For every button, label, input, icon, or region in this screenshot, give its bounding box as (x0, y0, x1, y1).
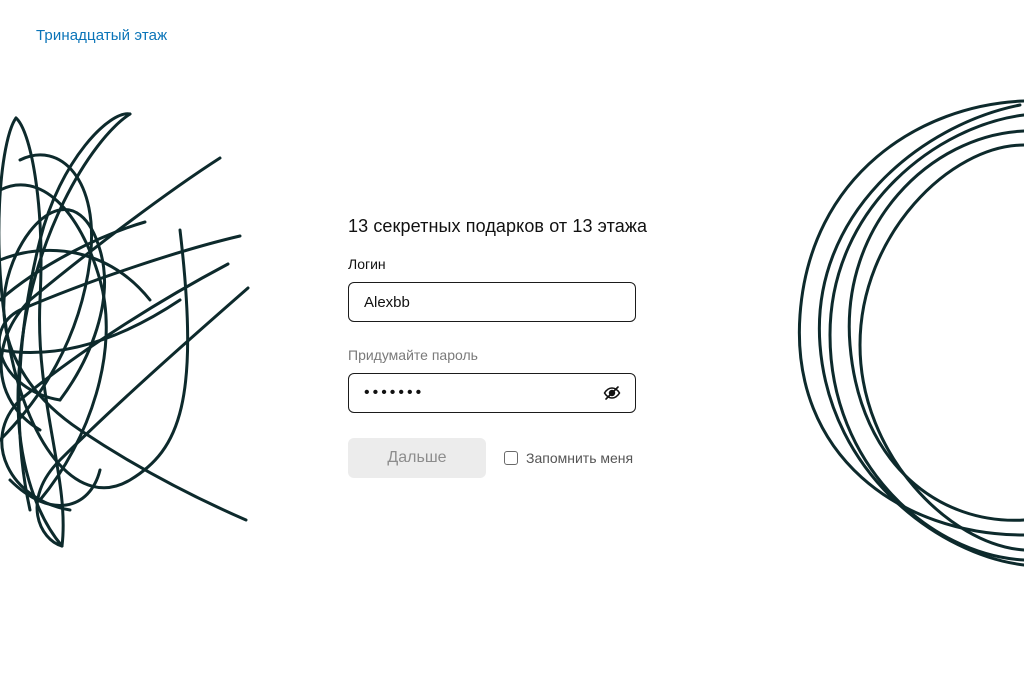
decorative-scribble-left (0, 112, 250, 548)
eye-crossed-icon[interactable] (603, 385, 621, 401)
login-input-box (348, 282, 636, 322)
decorative-scribble-right (797, 99, 1024, 567)
login-input[interactable] (364, 283, 604, 321)
form-title: 13 секретных подарков от 13 этажа (348, 216, 648, 236)
form-actions: Дальше Запомнить меня (348, 438, 636, 478)
password-input[interactable] (364, 374, 604, 412)
login-page: Тринадцатый этаж 13 секретных подарков о… (0, 0, 1024, 700)
password-input-box (348, 373, 636, 413)
next-button[interactable]: Дальше (348, 438, 486, 478)
remember-me-checkbox[interactable] (504, 451, 518, 465)
remember-me-label: Запомнить меня (526, 450, 634, 466)
login-field-group: Логин (348, 256, 636, 322)
password-label: Придумайте пароль (348, 347, 478, 363)
remember-me[interactable]: Запомнить меня (504, 450, 633, 466)
login-label: Логин (348, 256, 386, 272)
password-field-group: Придумайте пароль (348, 347, 636, 413)
login-form: 13 секретных подарков от 13 этажа Логин … (348, 216, 648, 478)
brand-link[interactable]: Тринадцатый этаж (36, 27, 167, 44)
